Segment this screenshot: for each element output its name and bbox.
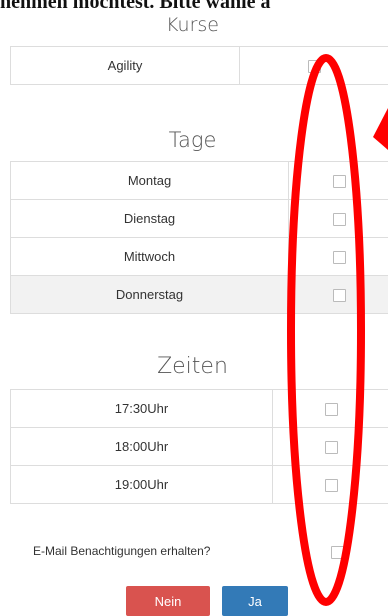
tage-checkbox-cell [289, 162, 388, 200]
zeiten-row: 17:30Uhr [11, 390, 388, 428]
zeiten-row-label: 17:30Uhr [11, 390, 273, 428]
tage-row: Dienstag [11, 200, 388, 238]
tage-row-label: Donnerstag [11, 276, 289, 314]
ja-button[interactable]: Ja [222, 586, 288, 616]
tage-row: Donnerstag [11, 276, 388, 314]
zeiten-row-label: 18:00Uhr [11, 428, 273, 466]
tage-checkbox-cell [289, 276, 388, 314]
email-notification-checkbox[interactable] [331, 546, 344, 559]
zeiten-row: 18:00Uhr [11, 428, 388, 466]
donnerstag-checkbox[interactable] [333, 289, 346, 302]
tage-row-label: Montag [11, 162, 289, 200]
zeit-1900-checkbox[interactable] [325, 479, 338, 492]
tage-checkbox-cell [289, 200, 388, 238]
zeiten-checkbox-cell [273, 390, 388, 428]
zeiten-checkbox-cell [273, 428, 388, 466]
nein-button[interactable]: Nein [126, 586, 210, 616]
zeit-1730-checkbox[interactable] [325, 403, 338, 416]
kurse-row-agility: Agility [11, 47, 388, 85]
email-notification-row: E-Mail Benachtigungen erhalten? [0, 535, 388, 569]
mittwoch-checkbox[interactable] [333, 251, 346, 264]
tage-title: Tage [10, 128, 375, 152]
kurse-table: Agility [10, 46, 388, 85]
kurse-row-label: Agility [11, 47, 240, 85]
tage-checkbox-cell [289, 238, 388, 276]
email-notification-label: E-Mail Benachtigungen erhalten? [33, 544, 210, 558]
tage-row-label: Dienstag [11, 200, 289, 238]
tage-row-label: Mittwoch [11, 238, 289, 276]
cut-off-instruction-text: nehmen möchtest. Bitte wähle a [0, 0, 388, 14]
zeiten-table: 17:30Uhr 18:00Uhr 19:00Uhr [10, 389, 388, 504]
red-arrow-head [373, 108, 388, 150]
tage-row: Mittwoch [11, 238, 388, 276]
montag-checkbox[interactable] [333, 175, 346, 188]
zeiten-row-label: 19:00Uhr [11, 466, 273, 504]
kurse-title: Kurse [10, 14, 375, 36]
tage-table: Montag Dienstag Mittwoch Donnerstag [10, 161, 388, 314]
dienstag-checkbox[interactable] [333, 213, 346, 226]
zeiten-row: 19:00Uhr [11, 466, 388, 504]
tage-row: Montag [11, 162, 388, 200]
kurse-agility-checkbox[interactable] [308, 60, 321, 73]
zeiten-title: Zeiten [10, 354, 375, 379]
zeit-1800-checkbox[interactable] [325, 441, 338, 454]
kurse-checkbox-cell [240, 47, 388, 85]
zeiten-checkbox-cell [273, 466, 388, 504]
